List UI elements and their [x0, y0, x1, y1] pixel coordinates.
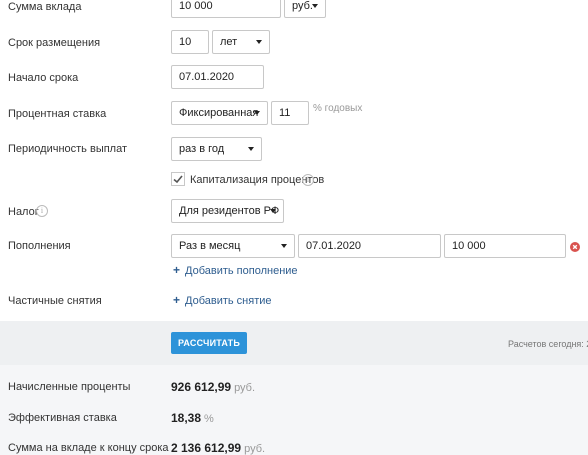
- term-input[interactable]: 10: [171, 30, 209, 54]
- tax-label: Налог: [8, 206, 39, 218]
- add-deposit-link[interactable]: + Добавить пополнение: [173, 263, 298, 277]
- interest-unit: руб.: [234, 382, 256, 394]
- deposit-date-input[interactable]: 07.01.2020: [298, 234, 441, 258]
- rate-unit: % годовых: [313, 103, 363, 114]
- remove-deposit-button[interactable]: [570, 242, 580, 252]
- rate-input[interactable]: 11: [271, 101, 309, 125]
- final-sum-amount: 2 136 612,99: [171, 441, 242, 455]
- payout-select[interactable]: раз в год: [171, 137, 262, 161]
- amount-input[interactable]: 10 000: [171, 0, 281, 18]
- effective-rate-unit: %: [204, 413, 214, 425]
- add-withdrawal-link[interactable]: + Добавить снятие: [173, 293, 272, 307]
- capitalization-info-icon[interactable]: i: [302, 174, 314, 186]
- currency-value: руб.: [292, 0, 313, 12]
- rate-type-select[interactable]: Фиксированная: [171, 101, 268, 125]
- interest-amount: 926 612,99: [171, 380, 232, 394]
- checkmark-icon: [173, 175, 183, 184]
- start-date-label: Начало срока: [8, 72, 79, 84]
- start-date-input[interactable]: 07.01.2020: [171, 65, 264, 89]
- amount-label: Сумма вклада: [8, 1, 82, 13]
- deposit-amount-input[interactable]: 10 000: [444, 234, 566, 258]
- interest-label: Начисленные проценты: [8, 381, 131, 393]
- interest-value: 926 612,99 руб.: [171, 380, 255, 394]
- plus-icon: +: [173, 263, 181, 277]
- final-sum-value: 2 136 612,99 руб.: [171, 441, 265, 455]
- effective-rate-label: Эффективная ставка: [8, 412, 117, 424]
- withdrawals-label: Частичные снятия: [8, 295, 102, 307]
- calculations-counter: Расчетов сегодня: 2401: [508, 339, 588, 349]
- effective-rate-amount: 18,38: [171, 411, 202, 425]
- rate-label: Процентная ставка: [8, 108, 107, 120]
- term-unit-value: лет: [220, 36, 238, 48]
- term-label: Срок размещения: [8, 37, 101, 49]
- currency-select[interactable]: руб.: [284, 0, 326, 18]
- final-sum-label: Сумма на вкладе к концу срока: [8, 442, 169, 454]
- add-deposit-label: Добавить пополнение: [185, 265, 298, 277]
- rate-type-value: Фиксированная: [179, 107, 259, 119]
- tax-select[interactable]: Для резидентов РФ: [171, 199, 284, 223]
- payout-value: раз в год: [179, 143, 225, 155]
- deposits-label: Пополнения: [8, 240, 71, 252]
- capitalization-checkbox[interactable]: [171, 172, 185, 186]
- remove-circle-icon: [572, 244, 578, 250]
- action-panel: [0, 321, 588, 365]
- effective-rate-value: 18,38%: [171, 411, 214, 425]
- term-unit-select[interactable]: лет: [212, 30, 270, 54]
- calculate-button[interactable]: РАССЧИТАТЬ: [171, 332, 247, 354]
- plus-icon: +: [173, 293, 181, 307]
- final-sum-unit: руб.: [244, 443, 266, 455]
- tax-info-icon[interactable]: i: [36, 205, 48, 217]
- tax-value: Для резидентов РФ: [179, 205, 280, 217]
- payout-label: Периодичность выплат: [8, 143, 128, 155]
- deposit-frequency-select[interactable]: Раз в месяц: [171, 234, 295, 258]
- deposit-frequency-value: Раз в месяц: [179, 240, 241, 252]
- add-withdrawal-label: Добавить снятие: [185, 295, 272, 307]
